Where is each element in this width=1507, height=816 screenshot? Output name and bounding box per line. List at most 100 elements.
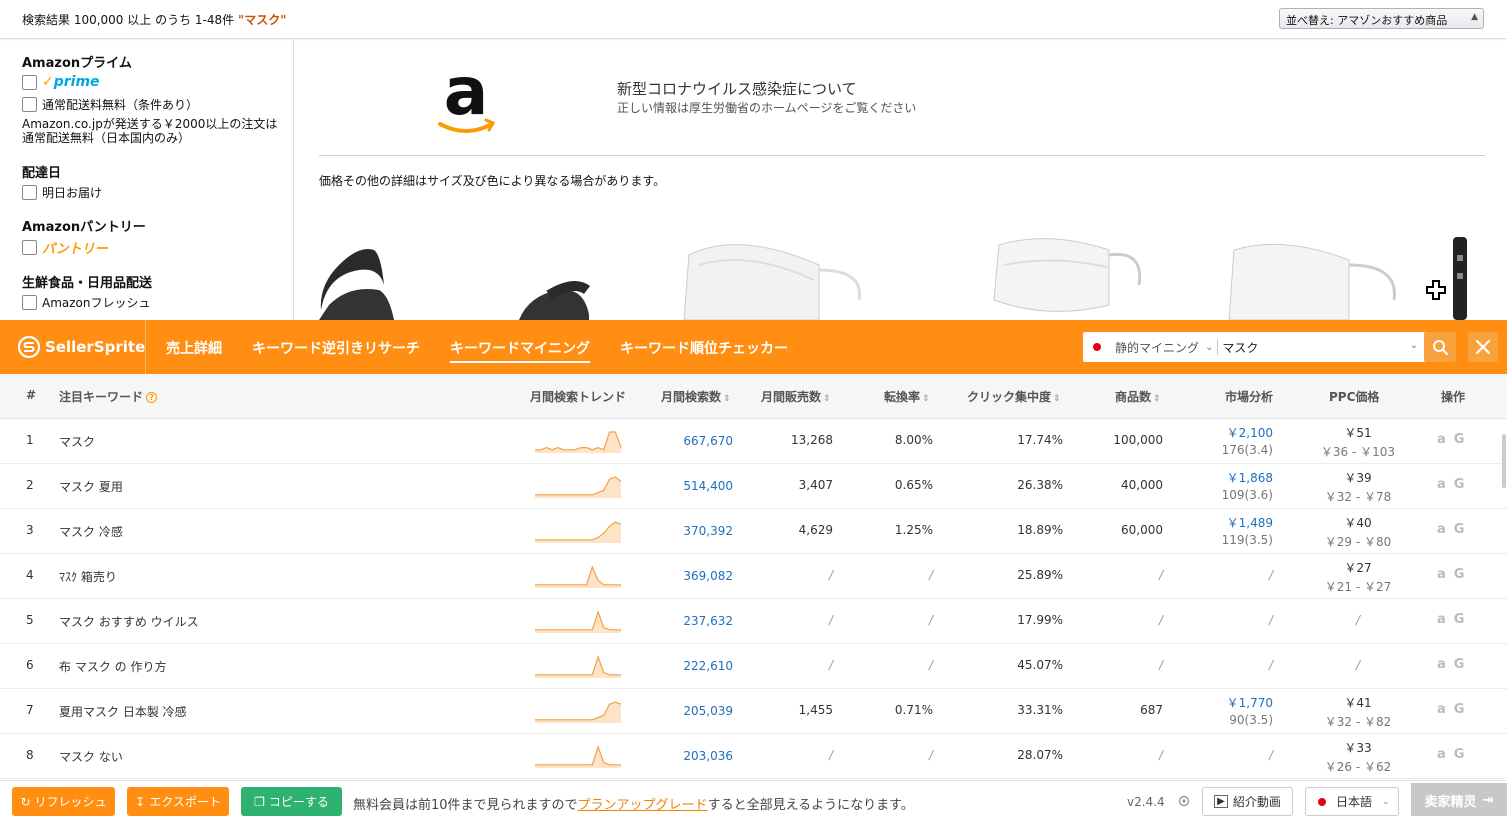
prime-heading: Amazonプライム — [22, 56, 132, 71]
market-price-cell[interactable]: ￥1,489 — [1227, 514, 1273, 531]
copy-button[interactable]: ❐ コピーする — [241, 787, 342, 816]
prime-filter[interactable]: ✓prime — [22, 74, 100, 90]
tab-reverse-keyword[interactable]: キーワード逆引きリサーチ — [252, 338, 420, 358]
trend-sparkline[interactable] — [534, 698, 622, 724]
free-shipping-label: 通常配送料無料（条件あり） — [42, 98, 199, 112]
prime-checkbox[interactable] — [22, 74, 37, 90]
col-conversion[interactable]: 転換率 ⇕ — [884, 388, 930, 405]
searches-cell[interactable]: 203,036 — [683, 749, 733, 763]
tab-keyword-mining[interactable]: キーワードマイニング — [450, 338, 590, 363]
close-button[interactable] — [1468, 332, 1498, 362]
amazon-search-icon[interactable]: a — [1437, 477, 1446, 492]
tomorrow-checkbox[interactable] — [22, 185, 37, 200]
black-mask-image[interactable] — [319, 249, 591, 320]
search-button[interactable] — [1424, 332, 1456, 362]
keyword-cell[interactable]: 夏用マスク 日本製 冷感 — [59, 703, 187, 720]
keyword-cell[interactable]: マスク 冷感 — [59, 523, 123, 540]
covid-title[interactable]: 新型コロナウイルス感染症について — [617, 78, 857, 99]
keyword-dropdown-icon[interactable]: ⌄ — [1410, 340, 1418, 351]
trend-sparkline[interactable] — [534, 428, 622, 454]
trend-sparkline[interactable] — [534, 563, 622, 589]
col-sales[interactable]: 月間販売数 ⇕ — [761, 388, 831, 405]
product-images[interactable] — [319, 225, 1507, 320]
trend-sparkline[interactable] — [534, 608, 622, 634]
amazon-logo-icon[interactable]: a — [436, 58, 496, 140]
tomorrow-filter[interactable]: 明日お届け — [22, 184, 102, 201]
chevron-down-icon[interactable]: ⌄ — [1205, 342, 1213, 353]
sort-icon[interactable]: ⇕ — [922, 394, 930, 404]
mining-mode-select[interactable]: 静的マイニング — [1115, 339, 1199, 356]
trend-sparkline[interactable] — [534, 518, 622, 544]
col-index: # — [26, 388, 37, 402]
col-products[interactable]: 商品数 ⇕ — [1115, 388, 1161, 405]
pantry-checkbox[interactable] — [22, 240, 37, 255]
sort-icon[interactable]: ⇕ — [1153, 394, 1161, 404]
refresh-button[interactable]: ↻ リフレッシュ — [12, 787, 115, 816]
google-search-icon[interactable]: G — [1454, 747, 1465, 762]
white-mask-image-3[interactable] — [1228, 243, 1396, 320]
searches-cell[interactable]: 370,392 — [683, 524, 733, 538]
amazon-search-icon[interactable]: a — [1437, 657, 1446, 672]
intro-video-button[interactable]: ▶ 紹介動画 — [1202, 787, 1293, 816]
google-search-icon[interactable]: G — [1454, 477, 1465, 492]
amazon-search-icon[interactable]: a — [1437, 522, 1446, 537]
free-shipping-checkbox[interactable] — [22, 97, 37, 112]
sellersprite-logo[interactable]: SellerSprite — [18, 336, 145, 358]
google-search-icon[interactable]: G — [1454, 657, 1465, 672]
tab-rank-checker[interactable]: キーワード順位チェッカー — [620, 338, 788, 358]
keyword-cell[interactable]: マスク 夏用 — [59, 478, 123, 495]
sort-select[interactable]: 並べ替え: アマゾンおすすめ商品 ▲︎ — [1279, 8, 1484, 29]
google-search-icon[interactable]: G — [1454, 522, 1465, 537]
white-mask-image-1[interactable] — [683, 244, 861, 320]
sort-icon[interactable]: ⇕ — [1053, 394, 1061, 404]
upgrade-link[interactable]: プランアップグレード — [578, 798, 708, 813]
trend-sparkline[interactable] — [534, 743, 622, 769]
searches-cell[interactable]: 369,082 — [683, 569, 733, 583]
google-search-icon[interactable]: G — [1454, 432, 1465, 447]
products-cell: 60,000 — [1121, 523, 1163, 537]
google-search-icon[interactable]: G — [1454, 702, 1465, 717]
tab-sales-detail[interactable]: 売上詳細 — [166, 338, 222, 358]
google-search-icon[interactable]: G — [1454, 612, 1465, 627]
searches-cell[interactable]: 237,632 — [683, 614, 733, 628]
language-select[interactable]: 日本語 ⌄ — [1305, 787, 1399, 816]
trend-sparkline[interactable] — [534, 473, 622, 499]
click-cell: 17.74% — [1017, 433, 1063, 447]
market-price-cell[interactable]: ￥1,868 — [1227, 469, 1273, 486]
keyword-cell[interactable]: マスク ない — [59, 748, 123, 765]
keyword-cell[interactable]: ﾏｽｸ 箱売り — [59, 568, 117, 585]
trend-sparkline[interactable] — [534, 653, 622, 679]
pantry-filter[interactable]: パントリー — [22, 238, 108, 257]
keyword-input[interactable] — [1222, 340, 1393, 354]
strap-image[interactable] — [1453, 237, 1467, 320]
free-shipping-filter[interactable]: 通常配送料無料（条件あり） — [22, 96, 198, 113]
keyword-cell[interactable]: マスク おすすめ ウイルス — [59, 613, 199, 630]
export-button[interactable]: ↧ エクスポート — [127, 787, 229, 816]
scrollbar-thumb[interactable] — [1502, 434, 1506, 488]
fresh-checkbox[interactable] — [22, 295, 37, 310]
sort-icon[interactable]: ⇕ — [823, 394, 831, 404]
amazon-search-icon[interactable]: a — [1437, 432, 1446, 447]
amazon-search-icon[interactable]: a — [1437, 702, 1446, 717]
close-icon — [1475, 339, 1491, 355]
keyword-cell[interactable]: マスク — [59, 433, 95, 450]
searches-cell[interactable]: 667,670 — [683, 434, 733, 448]
help-icon[interactable]: ? — [146, 392, 158, 403]
google-search-icon[interactable]: G — [1454, 567, 1465, 582]
market-price-cell[interactable]: ￥2,100 — [1227, 424, 1273, 441]
seller-sprite-button[interactable]: 卖家精灵 ⇥ — [1411, 783, 1507, 816]
white-mask-image-2[interactable] — [993, 238, 1142, 312]
amazon-search-icon[interactable]: a — [1437, 747, 1446, 762]
keyword-cell[interactable]: 布 マスク の 作り方 — [59, 658, 166, 675]
sort-icon[interactable]: ⇕ — [723, 394, 731, 404]
amazon-search-icon[interactable]: a — [1437, 612, 1446, 627]
amazon-search-icon[interactable]: a — [1437, 567, 1446, 582]
fresh-filter[interactable]: Amazonフレッシュ — [22, 294, 151, 311]
col-click[interactable]: クリック集中度 ⇕ — [967, 388, 1061, 405]
searches-cell[interactable]: 205,039 — [683, 704, 733, 718]
gear-icon[interactable] — [1177, 794, 1191, 808]
searches-cell[interactable]: 222,610 — [683, 659, 733, 673]
col-searches[interactable]: 月間検索数 ⇕ — [661, 388, 731, 405]
market-price-cell[interactable]: ￥1,770 — [1227, 694, 1273, 711]
searches-cell[interactable]: 514,400 — [683, 479, 733, 493]
